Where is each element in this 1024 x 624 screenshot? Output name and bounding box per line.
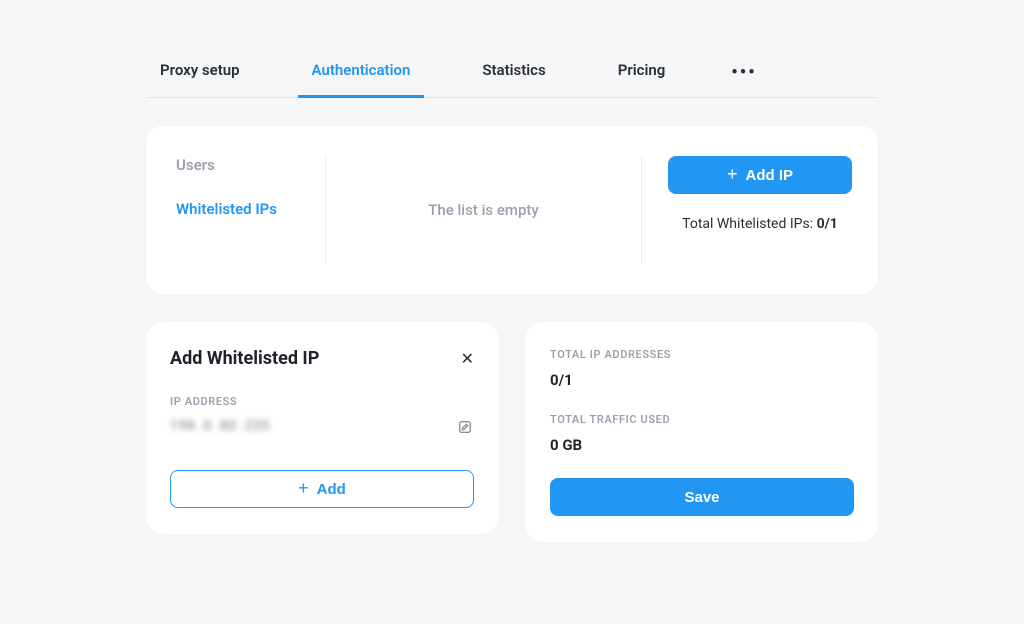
auth-sidebar: Users Whitelisted IPs — [176, 156, 326, 264]
ip-address-input[interactable]: 198. 0. 80. 235 — [170, 418, 456, 436]
sidebar-item-users[interactable]: Users — [176, 156, 315, 174]
total-ip-label: TOTAL IP ADDRESSES — [550, 348, 854, 361]
add-ip-button[interactable]: + Add IP — [668, 156, 852, 194]
add-whitelisted-ip-panel: Add Whitelisted IP ✕ IP ADDRESS 198. 0. … — [146, 322, 498, 534]
total-traffic-value: 0 GB — [550, 436, 854, 454]
save-button[interactable]: Save — [550, 478, 854, 516]
empty-state-message: The list is empty — [326, 156, 642, 264]
add-button-label: Add — [317, 481, 346, 498]
panel-title: Add Whitelisted IP — [170, 348, 319, 369]
whitelist-card: Users Whitelisted IPs The list is empty … — [146, 126, 878, 294]
add-ip-button-label: Add IP — [746, 167, 794, 184]
tab-more-icon[interactable]: ••• — [723, 50, 764, 95]
ip-address-label: IP ADDRESS — [170, 395, 474, 408]
tab-statistics[interactable]: Statistics — [468, 49, 559, 98]
tabs-bar: Proxy setup Authentication Statistics Pr… — [146, 48, 878, 98]
total-traffic-label: TOTAL TRAFFIC USED — [550, 413, 854, 426]
add-button[interactable]: + Add — [170, 470, 474, 508]
save-button-label: Save — [684, 489, 719, 506]
total-ip-value: 0/1 — [550, 371, 854, 389]
plus-icon: + — [727, 165, 738, 183]
stats-panel: TOTAL IP ADDRESSES 0/1 TOTAL TRAFFIC USE… — [526, 322, 878, 542]
close-icon[interactable]: ✕ — [461, 349, 474, 368]
tab-authentication[interactable]: Authentication — [298, 49, 425, 98]
tab-pricing[interactable]: Pricing — [604, 49, 680, 98]
total-whitelisted-count: Total Whitelisted IPs: 0/1 — [668, 216, 852, 232]
plus-icon: + — [298, 479, 309, 497]
tab-proxy-setup[interactable]: Proxy setup — [146, 49, 254, 98]
sidebar-item-whitelisted-ips[interactable]: Whitelisted IPs — [176, 200, 315, 218]
edit-icon[interactable] — [456, 418, 474, 436]
